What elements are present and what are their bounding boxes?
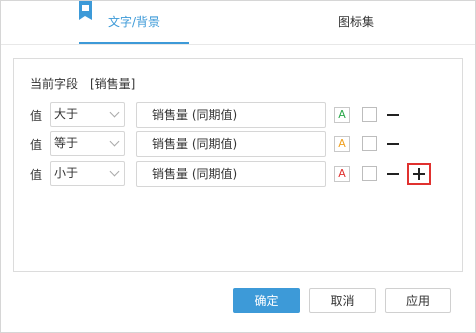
row-3-checkbox[interactable] [362,166,377,181]
row-1-checkbox[interactable] [362,107,377,122]
current-field-label: 当前字段 [30,77,79,91]
row-1-operator-select[interactable]: 大于 [50,102,125,127]
tab-text-background[interactable]: 文字/背景 [79,1,189,43]
add-condition-button[interactable] [407,163,431,185]
row-2-value-field[interactable]: 销售量 (同期值) [136,131,326,157]
current-field-value: [销售量] [90,77,136,91]
chevron-down-icon [109,136,120,147]
row-1-value-field[interactable]: 销售量 (同期值) [136,102,326,128]
row-2-operator-select[interactable]: 等于 [50,131,125,156]
row-3-operator-value: 小于 [54,166,79,180]
row-1-color-button[interactable]: A [334,107,350,123]
ok-button[interactable]: 确定 [233,288,300,313]
row-3-operator-select[interactable]: 小于 [50,161,125,186]
row-1-remove-button[interactable] [387,114,399,116]
row-2-operator-value: 等于 [54,136,79,150]
header-divider [1,44,475,45]
row-3-color-button[interactable]: A [334,166,350,182]
chevron-down-icon [109,107,120,118]
row-1-operator-value: 大于 [54,107,79,121]
cancel-button[interactable]: 取消 [309,288,376,313]
row-2-color-button[interactable]: A [334,136,350,152]
chevron-down-icon [109,166,120,177]
row-2-label: 值 [30,138,43,152]
tab-icon-set[interactable]: 图标集 [301,1,411,43]
row-1-label: 值 [30,109,43,123]
conditional-format-dialog: 文字/背景 图标集 当前字段 [销售量] 值 大于 销售量 (同期值) A 值 … [0,0,476,333]
apply-button[interactable]: 应用 [385,288,451,313]
row-2-remove-button[interactable] [387,143,399,145]
row-2-checkbox[interactable] [362,136,377,151]
row-3-value-field[interactable]: 销售量 (同期值) [136,161,326,187]
row-3-label: 值 [30,168,43,182]
row-3-remove-button[interactable] [387,173,399,175]
